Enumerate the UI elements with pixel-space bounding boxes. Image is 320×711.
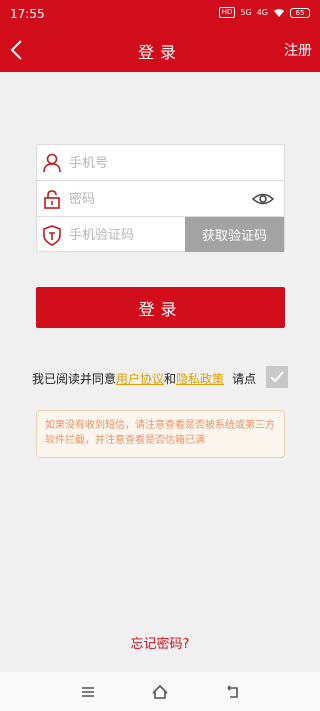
user-agreement-link[interactable]: 用户协议 [116,370,164,387]
agreement-suffix: 请点 [232,371,257,386]
shield-icon [43,225,61,246]
lock-icon [44,190,60,209]
hd-badge: HD [218,7,236,18]
wifi-icon [274,8,284,17]
status-time: 17:55 [10,7,45,21]
code-input[interactable] [69,224,179,246]
menu-icon[interactable] [78,682,98,702]
phone-row [37,145,284,181]
check-icon [270,371,284,383]
get-code-button[interactable]: 获取验证码 [185,217,284,252]
agreement-and: 和 [164,371,177,386]
network-4g-label: 4G [256,8,268,17]
eye-icon[interactable] [252,190,274,208]
agreement-checkbox[interactable] [266,366,288,388]
page-title: 登录 [137,43,182,62]
login-button[interactable]: 登录 [36,287,285,328]
home-icon[interactable] [150,682,170,702]
status-bar: 17:55 HD 5G 4G 65 [0,0,320,28]
agreement-row: 我已阅读并同意 用户协议 和 隐私政策 请点 [32,368,292,388]
code-row: 获取验证码 [37,217,284,253]
agreement-prefix: 我已阅读并同意 [32,371,117,386]
sms-notice: 如果没有收到短信，请注意查看是否被系统或第三方软件拦截，并注意查看是否信箱已满 [36,410,285,458]
phone-input[interactable] [69,152,249,174]
status-icons: HD 5G 4G 65 [218,7,310,18]
forgot-password-link[interactable]: 忘记密码? [0,633,320,652]
network-5g-label: 5G [240,8,252,17]
user-icon [43,153,61,173]
nav-bar: 登录 注册 [0,28,320,72]
password-row [37,181,284,217]
battery-icon: 65 [290,7,310,18]
system-nav-bar [0,672,320,711]
login-form: 获取验证码 [36,144,285,252]
return-icon[interactable] [222,682,242,702]
privacy-policy-link[interactable]: 隐私政策 [176,370,224,387]
register-link[interactable]: 注册 [284,40,312,60]
password-input[interactable] [69,188,249,210]
